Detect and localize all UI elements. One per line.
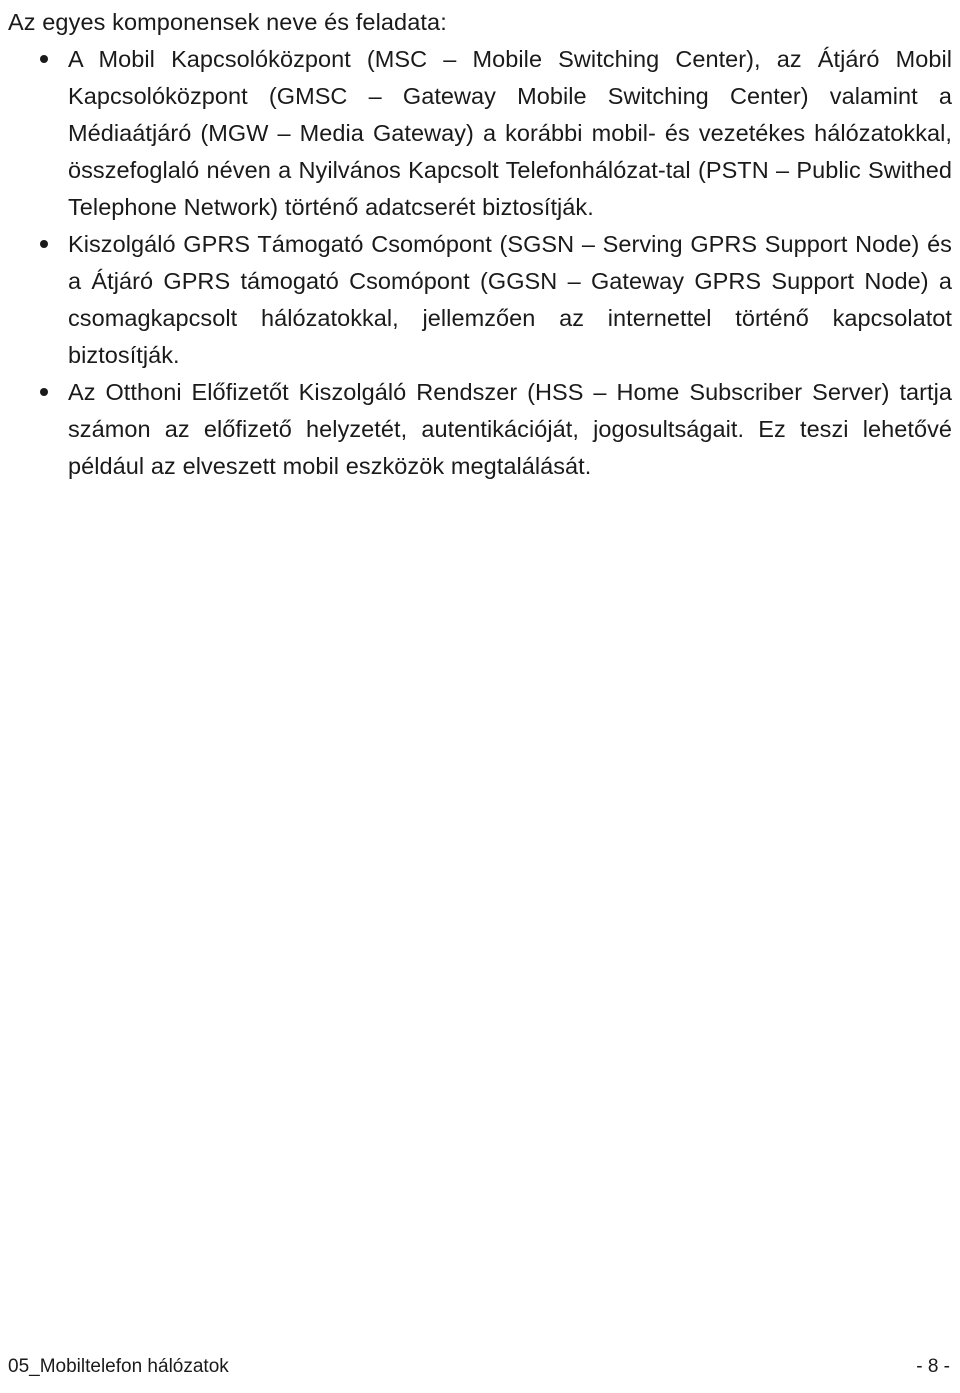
list-item-text: Az Otthoni Előfizetőt Kiszolgáló Rendsze… [68,379,952,479]
list-item: A Mobil Kapcsolóközpont (MSC – Mobile Sw… [8,41,952,226]
footer-page-number: - 8 - [916,1356,950,1377]
list-item-text: A Mobil Kapcsolóközpont (MSC – Mobile Sw… [68,46,952,220]
list-item-text: Kiszolgáló GPRS Támogató Csomópont (SGSN… [68,231,952,368]
page-footer: 05_Mobiltelefon hálózatok - 8 - [8,1351,952,1379]
intro-paragraph: Az egyes komponensek neve és feladata: [8,9,447,35]
bullet-dot-icon [40,41,54,78]
list-item: Az Otthoni Előfizetőt Kiszolgáló Rendsze… [8,374,952,485]
component-bullet-list: A Mobil Kapcsolóközpont (MSC – Mobile Sw… [8,41,952,485]
page-content: Az egyes komponensek neve és feladata: A… [8,4,952,485]
bullet-dot-icon [40,226,54,263]
footer-document-title: 05_Mobiltelefon hálózatok [8,1356,229,1377]
list-item: Kiszolgáló GPRS Támogató Csomópont (SGSN… [8,226,952,374]
bullet-dot-icon [40,374,54,411]
document-page: Az egyes komponensek neve és feladata: A… [0,0,960,1393]
